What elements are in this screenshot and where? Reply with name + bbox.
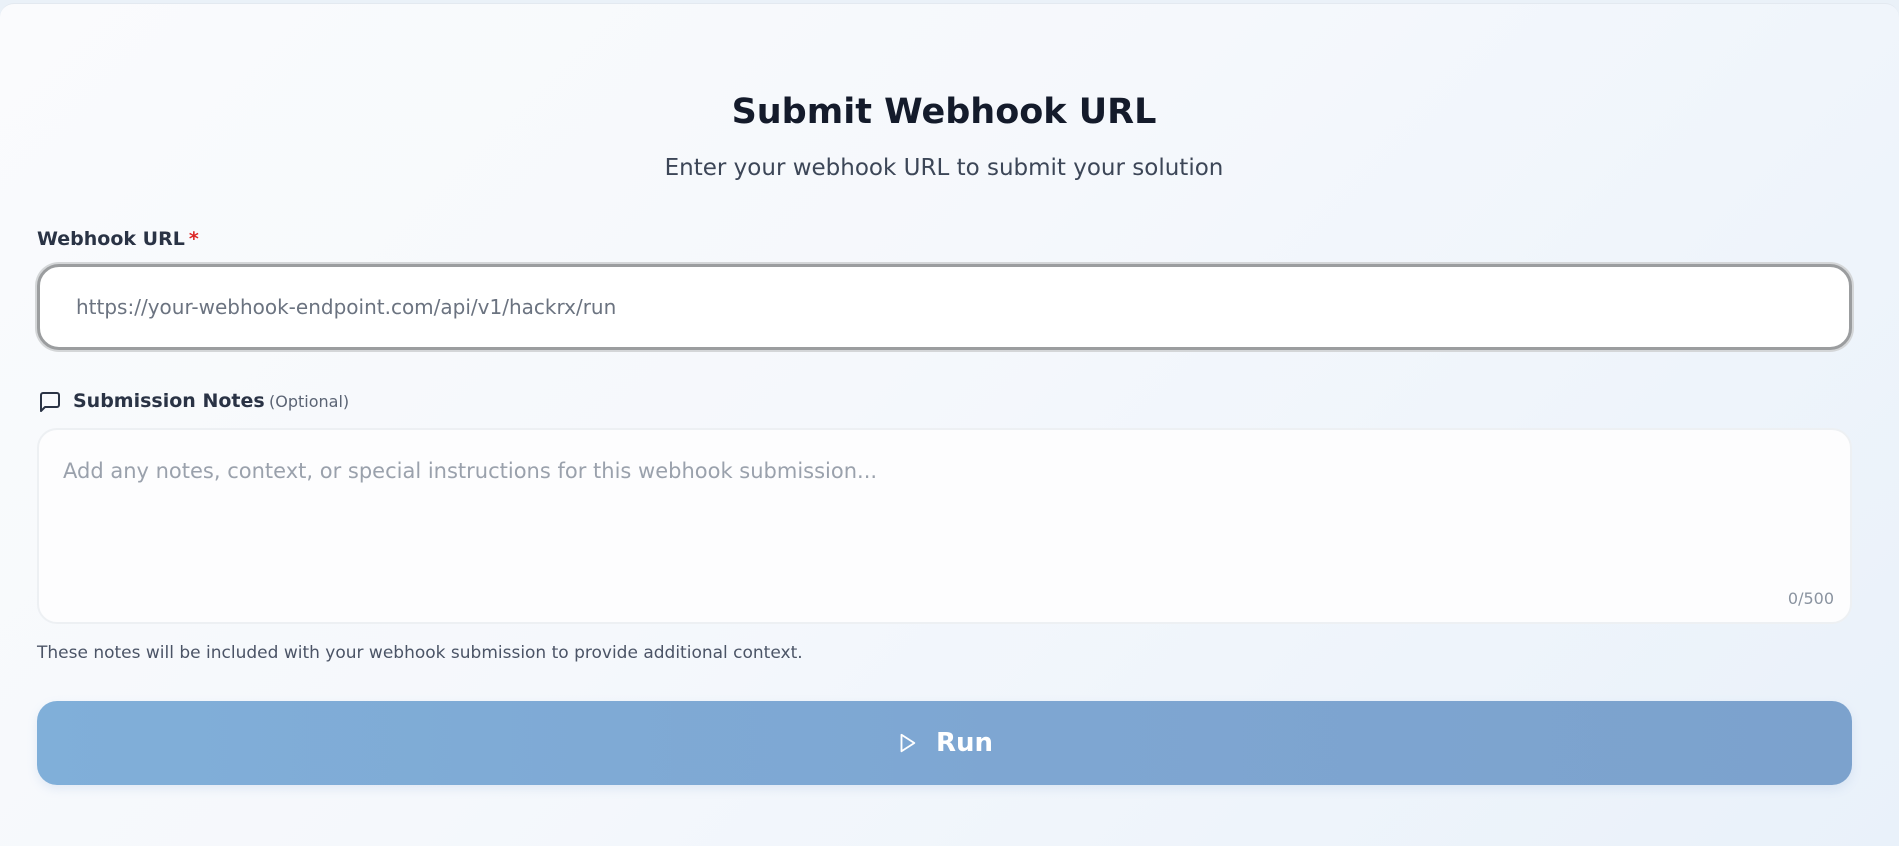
optional-tag: (Optional)	[269, 392, 350, 411]
character-counter: 0/500	[1787, 589, 1834, 608]
notes-help-text: These notes will be included with your w…	[37, 643, 803, 663]
webhook-url-input[interactable]	[37, 264, 1852, 350]
run-button-label: Run	[935, 728, 994, 758]
page-subtitle: Enter your webhook URL to submit your so…	[664, 155, 1224, 181]
webhook-url-label: Webhook URL *	[37, 228, 199, 250]
submission-notes-label: Submission Notes	[73, 390, 265, 412]
run-button[interactable]: Run	[37, 701, 1852, 785]
message-square-icon	[40, 392, 60, 412]
page-title: Submit Webhook URL	[731, 92, 1157, 132]
webhook-url-label-text: Webhook URL	[37, 228, 185, 250]
required-marker: *	[188, 228, 199, 250]
submission-notes-textarea[interactable]	[37, 428, 1852, 624]
play-icon	[900, 733, 916, 753]
submission-card: Submit Webhook URL Enter your webhook UR…	[0, 3, 1899, 846]
